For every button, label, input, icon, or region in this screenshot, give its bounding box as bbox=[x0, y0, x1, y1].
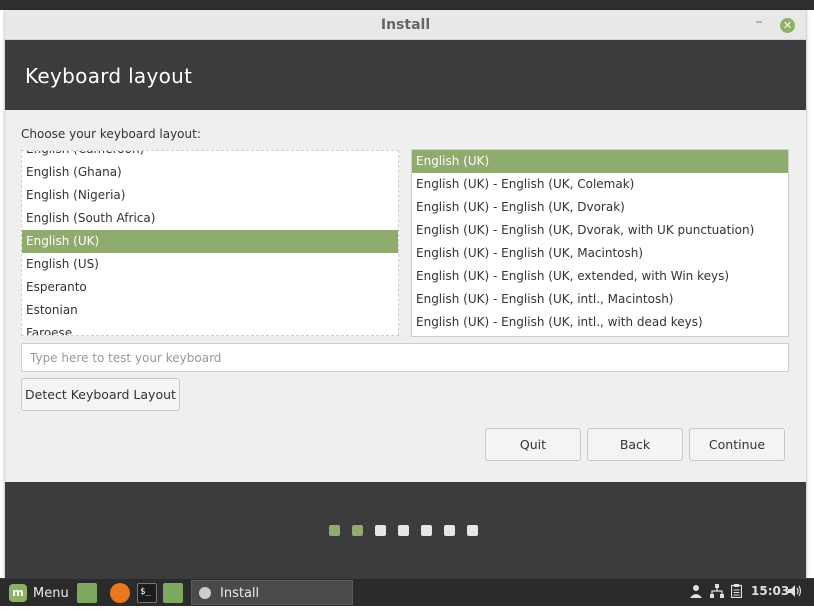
progress-dot bbox=[444, 525, 455, 536]
layout-list-item[interactable]: English (Ghana) bbox=[22, 161, 398, 184]
variant-list-item[interactable]: English (UK) - English (UK, Dvorak) bbox=[412, 196, 788, 219]
layout-list-item[interactable]: English (Cameroon) bbox=[22, 151, 398, 161]
variant-list-item[interactable]: English (UK) - English (UK, Macintosh) bbox=[412, 242, 788, 265]
layout-list-item[interactable]: Faroese bbox=[22, 322, 398, 335]
volume-icon[interactable] bbox=[788, 584, 802, 602]
layout-list-item[interactable]: English (US) bbox=[22, 253, 398, 276]
installer-window: Install – ✕ Keyboard layout Choose your … bbox=[5, 10, 806, 578]
progress-dot bbox=[398, 525, 409, 536]
task-label: Install bbox=[220, 586, 260, 601]
continue-button[interactable]: Continue bbox=[689, 428, 785, 461]
progress-dot bbox=[375, 525, 386, 536]
close-icon[interactable]: ✕ bbox=[780, 18, 795, 33]
variant-list-item[interactable]: English (UK) - English (UK, intl., with … bbox=[412, 311, 788, 334]
variant-list-item[interactable]: English (UK) - English (UK, Colemak) bbox=[412, 173, 788, 196]
progress-dot bbox=[352, 525, 363, 536]
progress-dot bbox=[467, 525, 478, 536]
main-content: Choose your keyboard layout: English (Ca… bbox=[5, 110, 806, 482]
back-button[interactable]: Back bbox=[587, 428, 683, 461]
layout-list-item[interactable]: Estonian bbox=[22, 299, 398, 322]
quit-button[interactable]: Quit bbox=[485, 428, 581, 461]
page-header: Keyboard layout bbox=[5, 40, 806, 110]
menu-label: Menu bbox=[33, 586, 69, 601]
variant-list[interactable]: English (UK) English (UK) - English (UK, … bbox=[411, 149, 789, 337]
variant-list-item[interactable]: English (UK) - English (UK, Dvorak, with… bbox=[412, 219, 788, 242]
layout-list-item[interactable]: English (Nigeria) bbox=[22, 184, 398, 207]
layout-list-item[interactable]: English (South Africa) bbox=[22, 207, 398, 230]
progress-dot bbox=[421, 525, 432, 536]
page-title: Keyboard layout bbox=[25, 64, 193, 88]
layout-list-item[interactable]: Esperanto bbox=[22, 276, 398, 299]
firefox-icon[interactable] bbox=[110, 583, 130, 603]
clipboard-icon[interactable] bbox=[730, 584, 743, 602]
keyboard-test-input[interactable] bbox=[21, 343, 789, 372]
variant-list-item[interactable]: English (UK) - English (UK, intl., Macin… bbox=[412, 288, 788, 311]
desktop: Install – ✕ Keyboard layout Choose your … bbox=[0, 0, 814, 614]
show-desktop-icon[interactable] bbox=[77, 583, 97, 603]
menu-button[interactable]: m Menu bbox=[6, 582, 70, 604]
layout-list[interactable]: English (Cameroon)English (Ghana)English… bbox=[21, 150, 399, 336]
detect-layout-button[interactable]: Detect Keyboard Layout bbox=[21, 378, 180, 411]
user-icon[interactable] bbox=[690, 584, 702, 602]
files-icon[interactable] bbox=[163, 583, 183, 603]
taskbar-task-install[interactable]: Install bbox=[191, 580, 353, 605]
window-title: Install bbox=[380, 17, 431, 33]
progress-dot bbox=[329, 525, 340, 536]
variant-list-item[interactable]: English (UK) bbox=[412, 150, 788, 173]
layout-prompt: Choose your keyboard layout: bbox=[21, 127, 201, 141]
wallpaper bbox=[0, 0, 814, 10]
taskbar: m Menu $_ Install 15:03 bbox=[0, 578, 814, 606]
terminal-icon[interactable]: $_ bbox=[137, 583, 157, 603]
layout-list-item[interactable]: English (UK) bbox=[22, 230, 398, 253]
titlebar[interactable]: Install – ✕ bbox=[5, 10, 806, 40]
mint-menu-icon: m bbox=[9, 584, 27, 602]
variant-list-item[interactable]: English (UK) - English (UK, extended, wi… bbox=[412, 265, 788, 288]
disc-icon bbox=[199, 587, 211, 599]
minimize-icon[interactable]: – bbox=[751, 14, 767, 32]
clock[interactable]: 15:03 bbox=[751, 584, 789, 598]
progress-footer bbox=[5, 482, 806, 578]
network-icon[interactable] bbox=[710, 584, 724, 602]
